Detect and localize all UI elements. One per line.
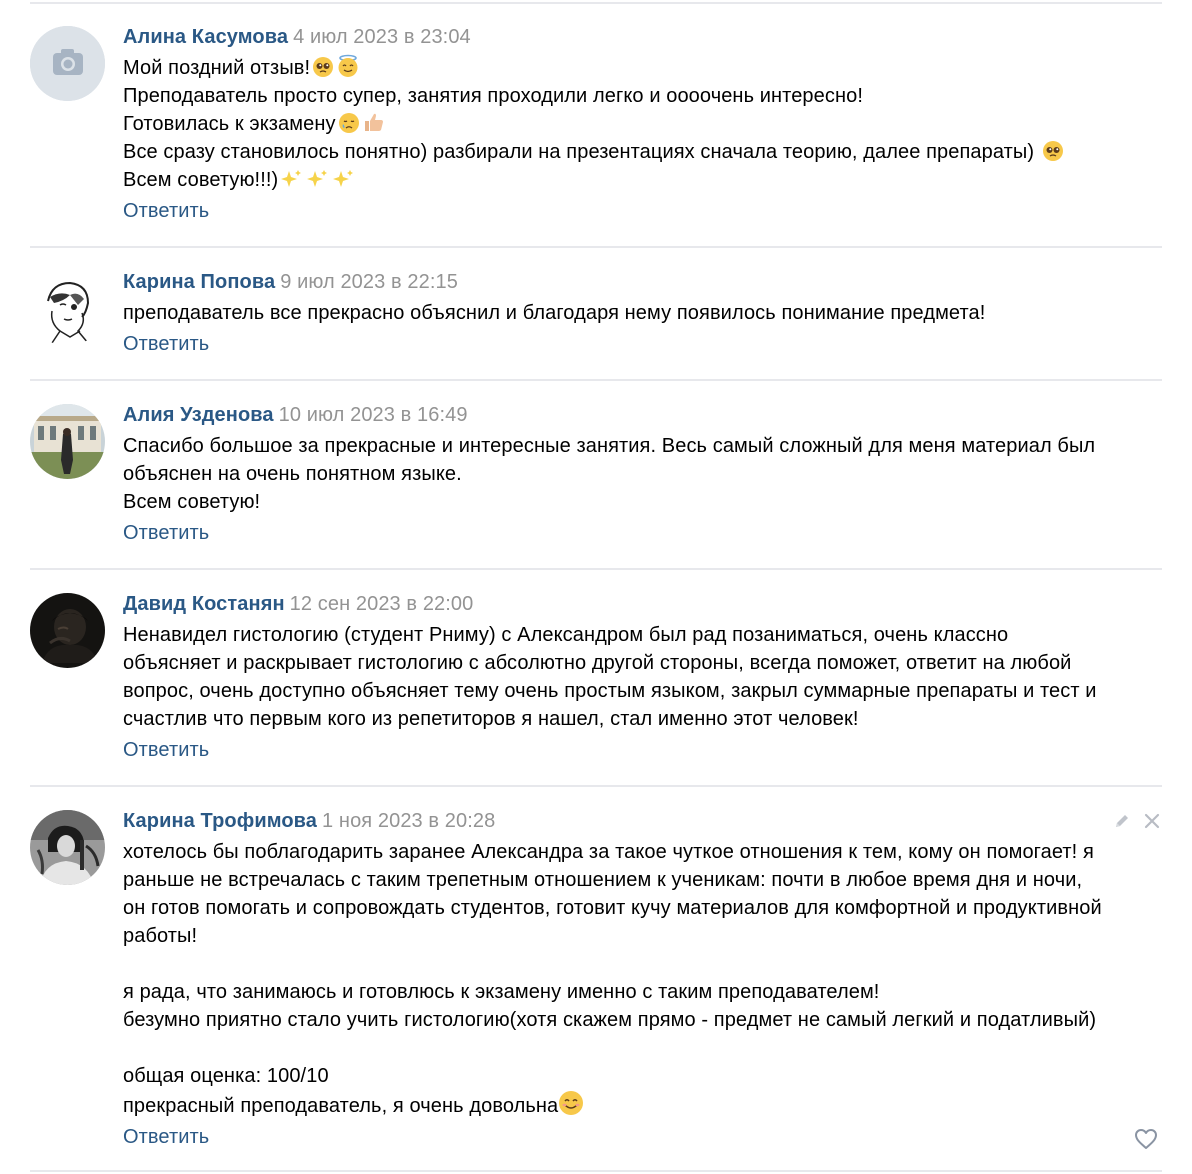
heart-outline-icon[interactable] xyxy=(1134,1128,1158,1150)
comment-text: Спасибо большое за прекрасные и интересн… xyxy=(123,432,1162,516)
comment-line xyxy=(123,1034,1162,1062)
comment-date[interactable]: 4 июл 2023 в 23:04 xyxy=(293,26,471,48)
comment-line: объяснен на очень понятном языке. xyxy=(123,463,462,485)
avatar[interactable] xyxy=(30,810,105,885)
comment-line: Всем советую! xyxy=(123,491,261,513)
reply-button[interactable]: Ответить xyxy=(123,1126,209,1148)
comment-divider xyxy=(30,379,1162,381)
comment-line: работы! xyxy=(123,925,198,947)
camera-placeholder-icon xyxy=(30,26,105,101)
comment-header: Алина Касумова 4 июл 2023 в 23:04 xyxy=(123,26,1162,48)
comment-divider xyxy=(30,1170,1162,1172)
comment-divider xyxy=(30,246,1162,248)
edit-pencil-icon[interactable] xyxy=(1113,812,1131,830)
comment-line: вопрос, очень доступно объясняет тему оч… xyxy=(123,680,1097,702)
avatar-image xyxy=(30,593,105,668)
author-name[interactable]: Алия Узденова xyxy=(123,404,274,426)
comment-line: Все сразу становилось понятно) разбирали… xyxy=(123,141,1040,163)
pleading-face-emoji-icon xyxy=(312,56,334,78)
comment-divider xyxy=(30,568,1162,570)
thumbs-up-emoji-icon xyxy=(362,110,386,134)
comment-line xyxy=(123,950,1162,978)
comment-header: Карина Трофимова 1 ноя 2023 в 20:28 xyxy=(123,810,1162,832)
author-name[interactable]: Давид Костанян xyxy=(123,593,285,615)
avatar[interactable] xyxy=(30,271,105,346)
comment-item: Карина Трофимова 1 ноя 2023 в 20:28 хотел… xyxy=(30,810,1162,1155)
author-name[interactable]: Карина Попова xyxy=(123,271,275,293)
comment-divider xyxy=(30,2,1162,4)
author-name[interactable]: Карина Трофимова xyxy=(123,810,317,832)
comment-item: Карина Попова 9 июл 2023 в 22:15 преподав… xyxy=(30,271,1162,366)
comment-line: он готов помогать и сопровождать студент… xyxy=(123,897,1102,919)
comment-date[interactable]: 12 сен 2023 в 22:00 xyxy=(290,593,474,615)
avatar-image xyxy=(30,404,105,479)
comment-line: Всем советую!!!) xyxy=(123,169,279,191)
comment-line: хотелось бы поблагодарить заранее Алекса… xyxy=(123,841,1094,863)
comment-line: безумно приятно стало учить гистологию(х… xyxy=(123,1009,1097,1031)
avatar[interactable] xyxy=(30,26,105,101)
comment-item: Алина Касумова 4 июл 2023 в 23:04 Мой поз… xyxy=(30,26,1162,231)
comment-content: Давид Костанян 12 сен 2023 в 22:00 Ненави… xyxy=(123,593,1162,761)
author-name[interactable]: Алина Касумова xyxy=(123,26,288,48)
comment-line: Готовилась к экзамену xyxy=(123,113,336,135)
halo-face-emoji-icon xyxy=(336,54,360,78)
comment-content: Карина Трофимова 1 ноя 2023 в 20:28 хотел… xyxy=(123,810,1162,1150)
comment-item: Давид Костанян 12 сен 2023 в 22:00 Ненави… xyxy=(30,593,1162,773)
comment-content: Алина Касумова 4 июл 2023 в 23:04 Мой поз… xyxy=(123,26,1162,222)
reply-button[interactable]: Ответить xyxy=(123,200,209,222)
reply-button[interactable]: Ответить xyxy=(123,522,209,544)
reply-button[interactable]: Ответить xyxy=(123,739,209,761)
comment-line: Преподаватель просто супер, занятия прох… xyxy=(123,85,864,107)
smiling-face-emoji-icon xyxy=(558,1090,584,1116)
pleading-face-emoji-icon xyxy=(1042,140,1064,162)
comment-date[interactable]: 9 июл 2023 в 22:15 xyxy=(280,271,458,293)
comment-text: хотелось бы поблагодарить заранее Алекса… xyxy=(123,838,1162,1120)
avatar-image xyxy=(30,810,105,885)
comment-line: преподаватель все прекрасно объяснил и б… xyxy=(123,302,986,324)
comment-line: я рада, что занимаюсь и готовлюсь к экза… xyxy=(123,981,880,1003)
comment-line: прекрасный преподаватель, я очень доволь… xyxy=(123,1095,559,1117)
comment-actions xyxy=(1102,810,1162,832)
crying-face-emoji-icon xyxy=(338,112,360,134)
comment-line: общая оценка: 100/10 xyxy=(123,1065,329,1087)
comment-divider xyxy=(30,785,1162,787)
sparkles-emoji-icon xyxy=(280,168,358,190)
comment-text: Мой поздний отзыв! Преподаватель просто … xyxy=(123,54,1162,194)
comment-line: раньше не встречалась с таким трепетным … xyxy=(123,869,1083,891)
comment-header: Давид Костанян 12 сен 2023 в 22:00 xyxy=(123,593,1162,615)
comment-header: Карина Попова 9 июл 2023 в 22:15 xyxy=(123,271,1162,293)
comment-text: преподаватель все прекрасно объяснил и б… xyxy=(123,299,1162,327)
comment-date[interactable]: 10 июл 2023 в 16:49 xyxy=(279,404,468,426)
avatar[interactable] xyxy=(30,404,105,479)
delete-x-icon[interactable] xyxy=(1143,812,1161,830)
comment-line: объясняет и раскрывает гистологию с абсо… xyxy=(123,652,1072,674)
comment-line: Мой поздний отзыв! xyxy=(123,57,311,79)
avatar-image xyxy=(30,271,105,346)
comment-date[interactable]: 1 ноя 2023 в 20:28 xyxy=(322,810,495,832)
comment-text: Ненавидел гистологию (студент Рниму) с А… xyxy=(123,621,1162,733)
comment-content: Алия Узденова 10 июл 2023 в 16:49 Спасибо… xyxy=(123,404,1162,544)
comment-line: Ненавидел гистологию (студент Рниму) с А… xyxy=(123,624,1009,646)
comment-content: Карина Попова 9 июл 2023 в 22:15 преподав… xyxy=(123,271,1162,355)
comment-header: Алия Узденова 10 июл 2023 в 16:49 xyxy=(123,404,1162,426)
comment-item: Алия Узденова 10 июл 2023 в 16:49 Спасибо… xyxy=(30,404,1162,554)
comment-line: счастлив что первым кого из репетиторов … xyxy=(123,708,859,730)
reply-button[interactable]: Ответить xyxy=(123,333,209,355)
comment-line: Спасибо большое за прекрасные и интересн… xyxy=(123,435,1096,457)
avatar[interactable] xyxy=(30,593,105,668)
